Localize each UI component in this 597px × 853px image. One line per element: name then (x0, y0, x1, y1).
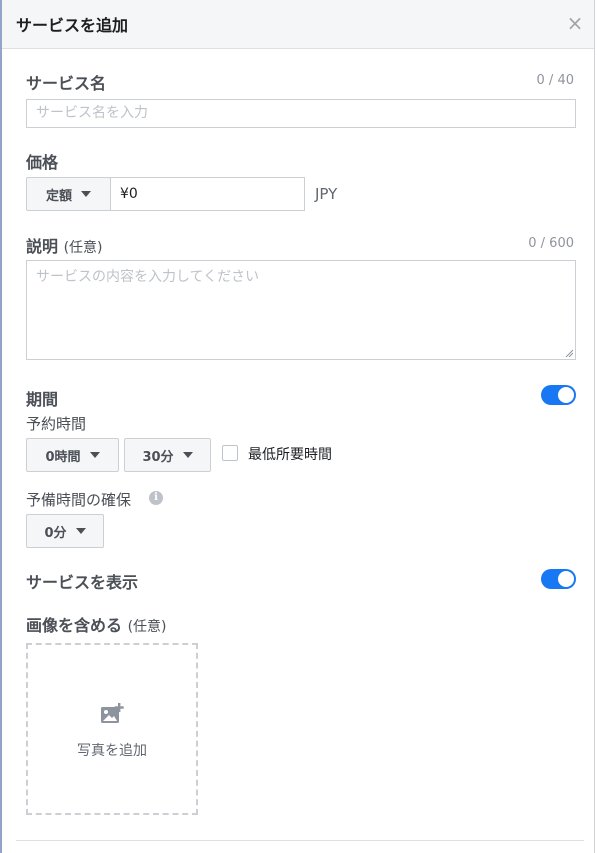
show-service-label: サービスを表示 (26, 573, 139, 592)
min-required-checkbox[interactable] (222, 445, 238, 461)
caret-down-icon (81, 191, 91, 197)
resize-handle-icon[interactable] (565, 349, 573, 357)
dialog-header: サービスを追加 × (2, 0, 594, 49)
service-name-counter: 0 / 40 (536, 73, 574, 88)
caret-down-icon (182, 452, 193, 458)
optional-tag: (任意) (63, 240, 103, 256)
buffer-dropdown[interactable]: 0分 (26, 514, 104, 548)
add-photo-dropzone[interactable]: 写真を追加 (26, 643, 198, 815)
images-label: 画像を含める (任意) (26, 612, 167, 636)
show-service-toggle[interactable] (541, 569, 576, 589)
dialog-title: サービスを追加 (16, 16, 129, 35)
caret-down-icon (89, 452, 100, 458)
add-photo-icon (101, 703, 124, 723)
close-icon[interactable]: × (566, 13, 584, 33)
price-type-value: 定額 (45, 188, 72, 204)
description-label: 説明 (任意) (26, 233, 103, 257)
caret-down-icon (75, 528, 86, 534)
info-icon[interactable]: i (149, 491, 163, 505)
buffer-value: 0分 (44, 525, 67, 541)
toggle-knob (558, 571, 574, 587)
hours-value: 0時間 (45, 449, 81, 465)
toggle-knob (558, 387, 574, 403)
service-name-input[interactable]: サービス名を入力 (26, 99, 576, 128)
add-photo-label: 写真を追加 (77, 743, 147, 759)
hours-dropdown[interactable]: 0時間 (26, 438, 119, 472)
description-textarea[interactable]: サービスの内容を入力してください (26, 260, 576, 360)
currency-label: JPY (315, 185, 338, 203)
optional-tag: (任意) (127, 619, 167, 635)
minutes-dropdown[interactable]: 30分 (124, 438, 211, 472)
description-label-text: 説明 (26, 237, 59, 256)
duration-label: 期間 (26, 390, 59, 409)
buffer-time-label: 予備時間の確保 (26, 491, 132, 509)
price-label: 価格 (26, 153, 59, 172)
booking-time-label: 予約時間 (26, 415, 87, 433)
footer-divider (16, 840, 584, 841)
add-service-dialog: サービスを追加 × サービス名 0 / 40 サービス名を入力 価格 定額 ¥0… (2, 0, 595, 853)
minutes-value: 30分 (142, 449, 174, 465)
min-required-label: 最低所要時間 (248, 447, 332, 463)
description-counter: 0 / 600 (528, 236, 574, 251)
price-input[interactable]: ¥0 (110, 177, 305, 211)
images-label-text: 画像を含める (26, 616, 123, 635)
duration-toggle[interactable] (541, 385, 576, 405)
price-type-dropdown[interactable]: 定額 (26, 177, 111, 211)
service-name-label: サービス名 (26, 74, 107, 93)
